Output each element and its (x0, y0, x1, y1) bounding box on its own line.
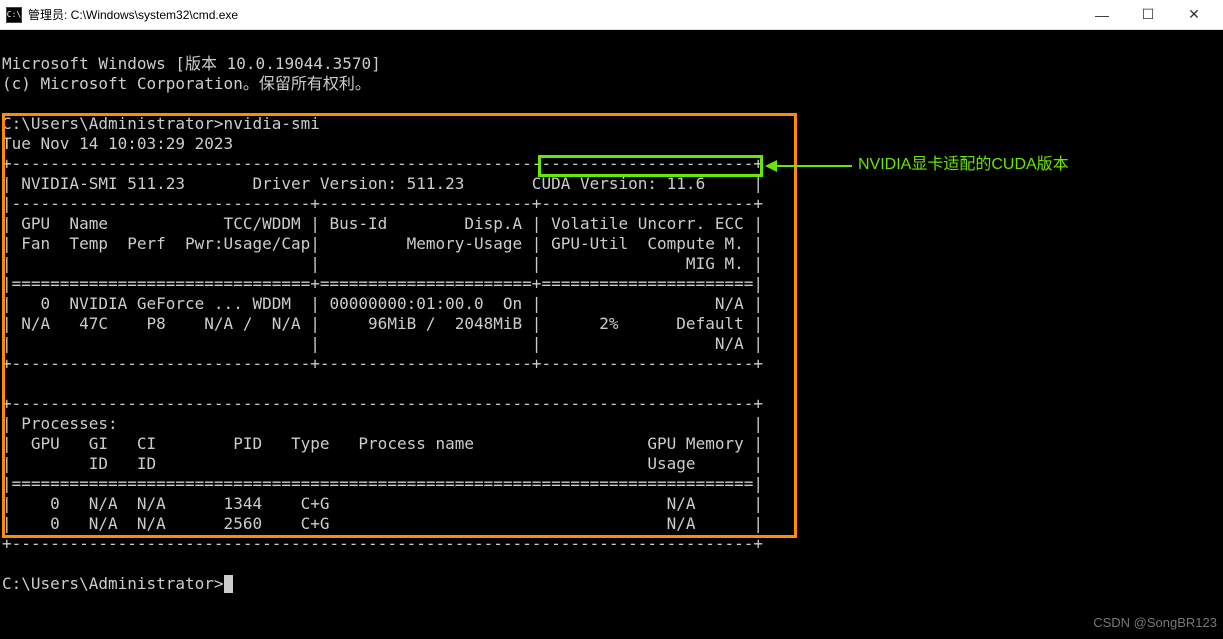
watermark-text: CSDN @SongBR123 (1093, 613, 1217, 633)
process-row: | 0 N/A N/A 2560 C+G N/A | (2, 514, 763, 533)
copyright-line: (c) Microsoft Corporation。保留所有权利。 (2, 74, 371, 93)
maximize-button[interactable]: ☐ (1125, 0, 1171, 30)
window-titlebar: C:\ 管理员: C:\Windows\system32\cmd.exe — ☐… (0, 0, 1223, 30)
gpu-data-row: | | | N/A | (2, 334, 763, 353)
arrow-icon (765, 160, 777, 172)
blank-line (2, 374, 763, 393)
minimize-button[interactable]: — (1079, 0, 1125, 30)
gpu-data-row: | N/A 47C P8 N/A / N/A | 96MiB / 2048MiB… (2, 314, 763, 333)
table-border: +---------------------------------------… (2, 154, 763, 173)
process-row: | 0 N/A N/A 1344 C+G N/A | (2, 494, 763, 513)
window-title: 管理员: C:\Windows\system32\cmd.exe (28, 6, 238, 23)
table-separator: |===============================+=======… (2, 274, 763, 293)
close-button[interactable]: ✕ (1171, 0, 1217, 30)
prompt: C:\Users\Administrator> (2, 574, 224, 593)
table-border: +---------------------------------------… (2, 534, 763, 553)
table-border: +-------------------------------+-------… (2, 354, 763, 373)
annotation-text: NVIDIA显卡适配的CUDA版本 (858, 155, 1069, 175)
table-separator: |-------------------------------+-------… (2, 194, 763, 213)
table-border: +---------------------------------------… (2, 394, 763, 413)
window-controls: — ☐ ✕ (1079, 0, 1217, 30)
cmd-icon: C:\ (6, 7, 22, 23)
nvidia-smi-date: Tue Nov 14 10:03:29 2023 (2, 134, 233, 153)
nvidia-smi-header: | NVIDIA-SMI 511.23 Driver Version: 511.… (2, 174, 763, 193)
arrow-line (777, 165, 852, 167)
prompt-command: C:\Users\Administrator>nvidia-smi (2, 114, 320, 133)
os-version-line: Microsoft Windows [版本 10.0.19044.3570] (2, 54, 381, 73)
processes-header: | Processes: | (2, 414, 763, 433)
processes-columns: | GPU GI CI PID Type Process name GPU Me… (2, 434, 763, 453)
column-header: | Fan Temp Perf Pwr:Usage/Cap| Memory-Us… (2, 234, 763, 253)
column-header: | GPU Name TCC/WDDM | Bus-Id Disp.A | Vo… (2, 214, 763, 233)
column-header: | | | MIG M. | (2, 254, 763, 273)
table-separator: |=======================================… (2, 474, 763, 493)
gpu-data-row: | 0 NVIDIA GeForce ... WDDM | 00000000:0… (2, 294, 763, 313)
terminal-output[interactable]: Microsoft Windows [版本 10.0.19044.3570] (… (0, 30, 1223, 639)
text-cursor (224, 575, 233, 593)
processes-columns: | ID ID Usage | (2, 454, 763, 473)
